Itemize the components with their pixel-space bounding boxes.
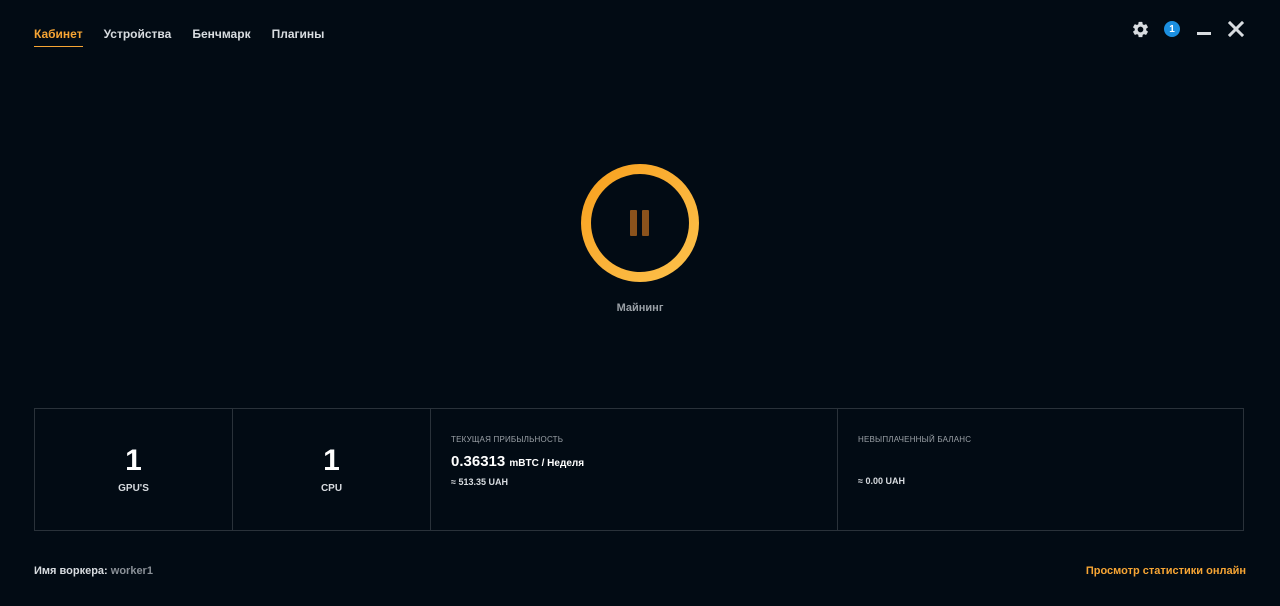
minimize-icon <box>1197 32 1211 35</box>
gpu-count-card: 1 GPU'S <box>35 409 233 530</box>
cpu-count: 1 <box>323 444 340 477</box>
profit-value-row: 0.36313 mBTC / Неделя <box>451 453 837 470</box>
gpu-count-label: GPU'S <box>118 483 149 494</box>
tab-cabinet[interactable]: Кабинет <box>34 27 83 47</box>
profit-approx: ≈ 513.35 UAH <box>451 477 508 487</box>
view-stats-online-link[interactable]: Просмотр статистики онлайн <box>1086 565 1246 577</box>
gpu-count: 1 <box>125 444 142 477</box>
close-icon <box>1228 21 1244 37</box>
close-button[interactable] <box>1226 19 1246 39</box>
gear-icon <box>1132 21 1148 37</box>
tab-plugins[interactable]: Плагины <box>272 27 325 47</box>
profit-value: 0.36313 <box>451 453 506 470</box>
worker-info: Имя воркера: worker1 <box>34 565 153 577</box>
notification-badge: 1 <box>1164 21 1180 37</box>
mining-button-inner <box>591 174 689 272</box>
settings-button[interactable] <box>1130 19 1150 39</box>
balance-card: НЕВЫПЛАЧЕННЫЙ БАЛАНС ≈ 0.00 UAH <box>838 409 1243 530</box>
balance-approx: ≈ 0.00 UAH <box>858 476 905 486</box>
mining-toggle-button[interactable] <box>581 164 699 282</box>
main-nav: Кабинет Устройства Бенчмарк Плагины <box>34 27 324 47</box>
profit-card: ТЕКУЩАЯ ПРИБЫЛЬНОСТЬ 0.36313 mBTC / Неде… <box>431 409 838 530</box>
profit-unit: mBTC / Неделя <box>509 458 585 469</box>
window-controls: 1 <box>1130 19 1246 39</box>
miner-app-window: Кабинет Устройства Бенчмарк Плагины 1 Ма… <box>0 0 1280 606</box>
tab-devices[interactable]: Устройства <box>104 27 172 47</box>
pause-icon <box>630 210 649 236</box>
stats-panel: 1 GPU'S 1 CPU ТЕКУЩАЯ ПРИБЫЛЬНОСТЬ 0.363… <box>34 408 1244 531</box>
notifications-button[interactable]: 1 <box>1162 19 1182 39</box>
worker-label: Имя воркера: <box>34 565 108 577</box>
mining-label: Майнинг <box>616 302 664 314</box>
minimize-button[interactable] <box>1194 19 1214 39</box>
profit-title: ТЕКУЩАЯ ПРИБЫЛЬНОСТЬ <box>451 435 564 444</box>
tab-benchmark[interactable]: Бенчмарк <box>192 27 250 47</box>
cpu-count-label: CPU <box>320 483 343 494</box>
cpu-count-card: 1 CPU <box>233 409 431 530</box>
balance-title: НЕВЫПЛАЧЕННЫЙ БАЛАНС <box>858 435 972 444</box>
worker-name: worker1 <box>110 565 153 577</box>
